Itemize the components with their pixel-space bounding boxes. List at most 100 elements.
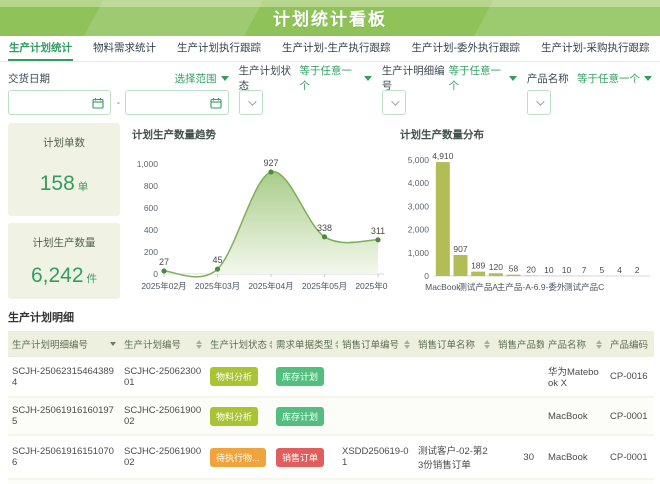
delivery-date-range-selector[interactable]: 选择范围 [175, 71, 229, 86]
svg-text:2025年06月: 2025年06月 [355, 281, 388, 291]
table-row[interactable]: SCJH-250623154643894SCJHC-2506230001物料分析… [8, 357, 654, 397]
svg-text:4: 4 [617, 265, 622, 275]
table-cell: CP-0001 [606, 435, 654, 479]
filter-bar: 交货日期 选择范围 - 生产计划状态 [0, 62, 660, 121]
column-header-1[interactable]: 生产计划编号 [120, 331, 206, 357]
kpi-value: 158单 [40, 172, 89, 196]
table-cell: SCJHC-2506230001 [120, 357, 206, 397]
tab-3[interactable]: 生产计划-生产执行跟踪 [281, 35, 392, 61]
kpi-label: 计划单数 [43, 135, 85, 150]
trend-area-chart: 02004006008001,000272025年02月452025年03月92… [128, 144, 388, 296]
svg-text:120: 120 [489, 262, 503, 272]
filter-delivery-date: 交货日期 选择范围 - [8, 70, 229, 115]
svg-text:10: 10 [562, 265, 572, 275]
trend-chart-panel: 计划生产数量趋势 02004006008001,000272025年02月452… [128, 123, 388, 299]
column-header-6[interactable]: 销售产品数量 [494, 331, 544, 357]
table-cell: 销售订单 [272, 435, 338, 479]
table-cell: 华为Matebook X [544, 357, 606, 397]
table-cell: SCJH-250619105433703 [8, 479, 120, 484]
product-name-label: 产品名称 [527, 71, 569, 86]
table-row[interactable]: SCJH-250619161510706SCJHC-2506190002待执行物… [8, 435, 654, 479]
product-name-operator[interactable]: 等于任意一个 [577, 71, 652, 86]
svg-text:2025年05月: 2025年05月 [302, 281, 347, 291]
kpi-label: 计划生产数量 [33, 235, 96, 250]
svg-text:4,910: 4,910 [432, 151, 454, 161]
date-range-separator: - [116, 97, 120, 109]
chevron-down-icon [248, 97, 256, 105]
tab-2[interactable]: 生产计划执行跟踪 [176, 35, 262, 61]
svg-text:测试产品A: 测试产品A [458, 282, 498, 292]
sort-icon [335, 340, 338, 349]
svg-text:7: 7 [582, 265, 587, 275]
tab-1[interactable]: 物料需求统计 [92, 35, 157, 61]
svg-text:907: 907 [453, 244, 467, 254]
demand_type-badge: 库存计划 [276, 367, 324, 386]
product-name-select[interactable] [527, 90, 551, 115]
plan-status-select[interactable] [239, 90, 263, 115]
column-header-0[interactable]: 生产计划明细编号 [8, 331, 120, 357]
table-cell: SCJHC-2506190002 [120, 435, 206, 479]
table-cell: SCJH-250623154643894 [8, 357, 120, 397]
page-header: 计划统计看板 [0, 0, 660, 36]
table-cell [494, 397, 544, 435]
plan-detail-section: 生产计划明细 生产计划明细编号生产计划编号生产计划状态需求单据类型销售订单编号销… [0, 299, 660, 484]
triangle-down-icon [509, 76, 517, 81]
table-cell: XSDD250619-01 [338, 435, 414, 479]
delivery-date-start-input[interactable] [8, 90, 111, 115]
dashboard-widgets: 计划单数 158单 计划生产数量 6,242件 计划生产数量趋势 0200400… [0, 121, 660, 299]
filter-plan-status: 生产计划状态 等于任意一个 [239, 70, 372, 115]
kpi-column: 计划单数 158单 计划生产数量 6,242件 [8, 123, 120, 299]
table-row[interactable]: SCJH-250619161601975SCJHC-2506190002物料分析… [8, 397, 654, 435]
distribution-bar-chart: 01,0002,0003,0004,0005,0004,910907189120… [396, 144, 652, 296]
table-cell: 物料分析 [206, 357, 272, 397]
status-badge: 物料分析 [210, 367, 258, 386]
table-cell [494, 479, 544, 484]
sort-icon [484, 340, 490, 349]
page-title: 计划统计看板 [0, 0, 660, 36]
plan-status-operator[interactable]: 等于任意一个 [299, 63, 371, 93]
svg-text:27: 27 [159, 257, 169, 267]
table-cell: SCJH-250619161601975 [8, 397, 120, 435]
svg-text:2,000: 2,000 [408, 225, 430, 235]
svg-text:0: 0 [153, 269, 158, 279]
svg-text:5: 5 [599, 265, 604, 275]
svg-text:45: 45 [212, 255, 222, 265]
sort-icon [596, 340, 602, 349]
svg-text:311: 311 [371, 226, 385, 236]
delivery-date-end-input[interactable] [125, 90, 228, 115]
plan-detail-no-label: 生产计明细编号 [382, 63, 449, 93]
table-cell: SCJH-250619161510706 [8, 435, 120, 479]
column-header-5[interactable]: 销售订单名称 [414, 331, 494, 357]
plan-detail-no-select[interactable] [382, 90, 406, 115]
table-cell: 待执行物... [206, 435, 272, 479]
column-header-4[interactable]: 销售订单编号 [338, 331, 414, 357]
table-cell: 物料分析 [206, 479, 272, 484]
kpi-plan-qty-card: 计划生产数量 6,242件 [8, 223, 120, 299]
tab-0[interactable]: 生产计划统计 [8, 35, 73, 61]
svg-text:200: 200 [144, 247, 158, 257]
table-cell [338, 397, 414, 435]
plan-detail-table: 生产计划明细编号生产计划编号生产计划状态需求单据类型销售订单编号销售订单名称销售… [8, 331, 654, 484]
tab-4[interactable]: 生产计划-委外执行跟踪 [411, 35, 522, 61]
sort-icon [269, 340, 272, 349]
svg-text:5,000: 5,000 [408, 155, 430, 165]
column-header-3[interactable]: 需求单据类型 [272, 331, 338, 357]
table-cell: MacBook [544, 397, 606, 435]
svg-text:58: 58 [509, 264, 519, 274]
table-cell [338, 357, 414, 397]
plan-detail-no-operator[interactable]: 等于任意一个 [449, 63, 517, 93]
svg-text:20: 20 [526, 265, 536, 275]
table-cell: CP-0001 [606, 479, 654, 484]
triangle-down-icon [364, 76, 372, 81]
svg-text:测试产品C: 测试产品C [564, 282, 604, 292]
triangle-down-icon [221, 76, 229, 81]
table-cell: 物料分析 [206, 397, 272, 435]
column-header-8[interactable]: 产品编码 [606, 331, 654, 357]
column-header-7[interactable]: 产品名称 [544, 331, 606, 357]
distribution-chart-title: 计划生产数量分布 [396, 123, 652, 144]
demand_type-badge: 库存计划 [276, 407, 324, 426]
table-row[interactable]: SCJH-250619105433703SCJHC-2506190001物料分析… [8, 479, 654, 484]
tab-5[interactable]: 生产计划-采购执行跟踪 [540, 35, 651, 61]
column-header-2[interactable]: 生产计划状态 [206, 331, 272, 357]
svg-text:800: 800 [144, 181, 158, 191]
